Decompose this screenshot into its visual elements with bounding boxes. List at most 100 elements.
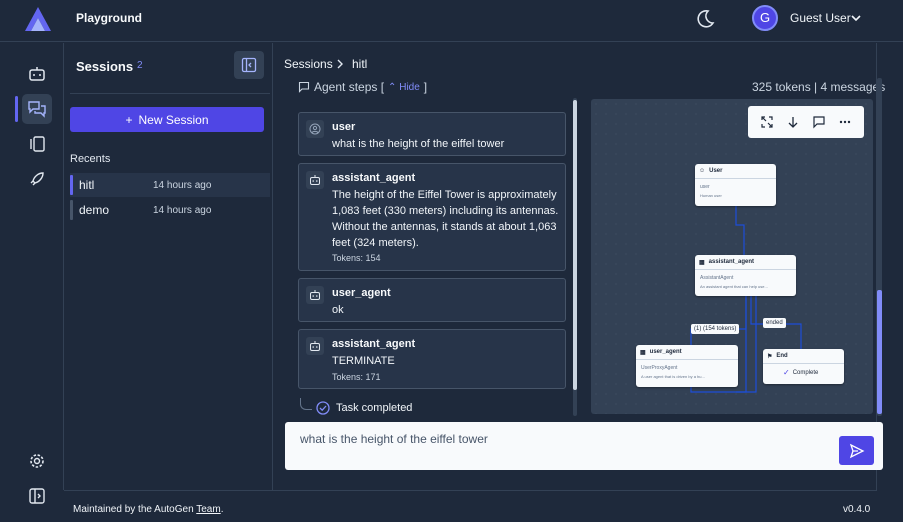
graph-scrollbar-thumb[interactable] xyxy=(877,290,882,414)
recents-label: Recents xyxy=(70,153,111,165)
agent-steps-header: Agent steps [ ⌃ Hide ] xyxy=(298,80,427,94)
app-title: Playground xyxy=(76,11,143,25)
nav-rail xyxy=(0,43,64,504)
message-assistant: assistant_agent The height of the Eiffel… xyxy=(298,163,566,271)
edge-label-tokens: (1) (154 tokens) xyxy=(691,324,740,334)
footer-maintainer: Maintained by the AutoGen xyxy=(73,504,197,515)
node-description: An assistant agent that can help use... xyxy=(700,284,768,289)
message-text: TERMINATE xyxy=(332,355,395,367)
maximize-icon[interactable] xyxy=(760,115,774,129)
session-name: hitl xyxy=(79,178,95,192)
graph-node-user[interactable]: ☺ User user Human user xyxy=(695,164,776,206)
new-session-button[interactable]: + New Session xyxy=(70,107,264,132)
task-connector xyxy=(300,398,312,410)
chat-input[interactable]: what is the height of the eiffel tower xyxy=(300,432,488,446)
graph-node-assistant[interactable]: ▦ assistant_agent AssistantAgent An assis… xyxy=(695,255,796,296)
bot-icon xyxy=(306,171,324,189)
team-link[interactable]: Team xyxy=(196,504,220,515)
agent-steps-label: Agent steps [ xyxy=(314,80,385,94)
session-item-demo[interactable]: demo 14 hours ago xyxy=(70,198,270,222)
bot-icon xyxy=(306,337,324,355)
node-title: assistant_agent xyxy=(708,259,755,265)
sessions-count-badge: 2 xyxy=(137,60,143,71)
footer-text: Maintained by the AutoGen Team. xyxy=(73,504,223,515)
bot-icon: ▦ xyxy=(699,259,705,266)
node-type: AssistantAgent xyxy=(700,275,734,281)
chevron-right-icon xyxy=(334,57,346,71)
collapse-panel-icon xyxy=(241,57,257,73)
message-sender: user xyxy=(332,121,356,133)
send-icon xyxy=(849,443,864,458)
session-time: 14 hours ago xyxy=(153,204,212,216)
dark-mode-toggle-icon[interactable] xyxy=(694,8,716,30)
autogen-logo-icon[interactable] xyxy=(24,6,52,32)
message-icon xyxy=(298,81,310,93)
user-icon: ☺ xyxy=(699,168,706,174)
node-type: UserProxyAgent xyxy=(641,365,678,371)
bot-icon: ▦ xyxy=(640,349,646,356)
bracket-close: ] xyxy=(423,80,428,94)
chevron-down-icon[interactable] xyxy=(849,11,863,25)
version-label: v0.4.0 xyxy=(843,504,871,515)
node-type: user xyxy=(700,184,710,190)
check-circle-icon xyxy=(316,401,330,415)
message-icon[interactable] xyxy=(812,115,826,129)
divider xyxy=(70,93,270,94)
session-indicator xyxy=(70,200,73,220)
active-indicator xyxy=(70,175,73,195)
arrow-down-icon[interactable] xyxy=(786,115,800,129)
sessions-title: Sessions xyxy=(76,59,134,74)
user-name[interactable]: Guest User xyxy=(790,11,851,25)
task-status: Task completed xyxy=(316,401,412,415)
message-user: user what is the height of the eiffel to… xyxy=(298,112,566,156)
bot-icon xyxy=(306,286,324,304)
user-icon xyxy=(306,120,324,138)
footer-suffix: . xyxy=(220,504,224,515)
node-title: User xyxy=(709,168,723,174)
plus-icon: + xyxy=(125,112,133,127)
flow-graph[interactable]: ☺ User user Human user ▦ assistant_agent A… xyxy=(591,99,873,414)
hide-label: Hide xyxy=(399,81,420,93)
message-assistant-terminate: assistant_agent TERMINATE Tokens: 171 xyxy=(298,329,566,389)
node-title: End xyxy=(776,353,788,359)
send-button[interactable] xyxy=(839,436,874,465)
breadcrumb-current: hitl xyxy=(352,57,368,71)
node-description: Human user xyxy=(700,193,722,198)
edge-label-ended: ended xyxy=(763,318,786,328)
hide-steps-toggle[interactable]: ⌃ Hide xyxy=(388,82,420,93)
message-sender: user_agent xyxy=(332,287,391,299)
expand-sidebar-icon[interactable] xyxy=(22,481,52,511)
node-status: Complete xyxy=(792,369,819,376)
session-name: demo xyxy=(79,203,110,217)
task-status-label: Task completed xyxy=(336,402,413,414)
message-sender: assistant_agent xyxy=(332,338,416,350)
chat-scrollbar-thumb[interactable] xyxy=(573,100,577,390)
gallery-icon[interactable] xyxy=(22,129,52,159)
settings-gear-icon[interactable] xyxy=(22,446,52,476)
graph-node-end[interactable]: ⚑ End ✓ Complete xyxy=(763,349,844,384)
sessions-panel: Sessions 2 + New Session Recents hitl 14… xyxy=(64,43,273,490)
message-text: what is the height of the eiffel tower xyxy=(332,138,505,150)
chat-input-box[interactable] xyxy=(285,422,883,470)
graph-toolbar xyxy=(748,106,864,138)
breadcrumb-sessions[interactable]: Sessions xyxy=(284,57,333,71)
deploy-rocket-icon[interactable] xyxy=(22,164,52,194)
panel-border xyxy=(272,43,273,490)
message-user-agent: user_agent ok xyxy=(298,278,566,322)
message-sender: assistant_agent xyxy=(332,172,416,184)
graph-node-user-agent[interactable]: ▦ user_agent UserProxyAgent A user agent … xyxy=(636,345,738,387)
user-avatar[interactable]: G xyxy=(752,5,778,31)
message-text: The height of the Eiffel Tower is approx… xyxy=(332,189,559,249)
session-item-hitl[interactable]: hitl 14 hours ago xyxy=(70,173,270,197)
more-options-icon[interactable] xyxy=(838,115,852,129)
token-summary: 325 tokens | 4 messages xyxy=(752,80,886,94)
playground-chat-icon[interactable] xyxy=(15,94,52,124)
new-session-label: New Session xyxy=(138,112,209,127)
node-description: A user agent that is driven by a hu... xyxy=(641,374,705,379)
collapse-sidebar-button[interactable] xyxy=(234,51,264,79)
message-tokens: Tokens: 171 xyxy=(332,372,381,382)
message-tokens: Tokens: 154 xyxy=(332,253,381,263)
team-builder-icon[interactable] xyxy=(22,59,52,89)
node-title: user_agent xyxy=(649,349,682,355)
message-text: ok xyxy=(332,304,344,316)
